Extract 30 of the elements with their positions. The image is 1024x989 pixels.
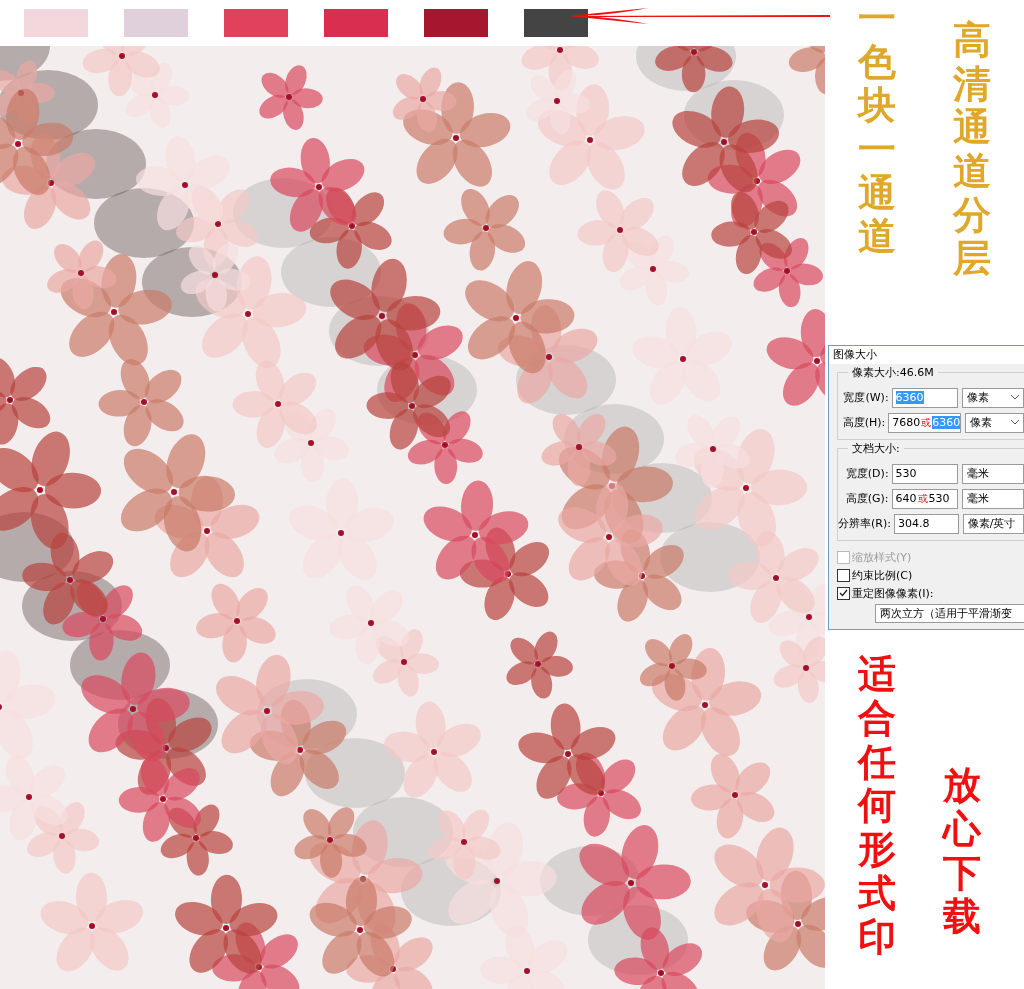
input-field[interactable]: 304.8 <box>893 513 959 534</box>
chevron-icon <box>1011 420 1019 426</box>
field-label: 宽度(W): <box>842 390 890 406</box>
group-legend: 像素大小:46.6M <box>848 364 938 380</box>
checkmark-icon <box>839 589 848 598</box>
field-label: 宽度(D): <box>844 466 890 482</box>
dialog-title: 图像大小 <box>829 345 1024 364</box>
checkbox[interactable] <box>837 586 850 600</box>
vertical-slogan: 放心下载 <box>943 763 981 939</box>
checkbox-label: 重定图像像素(I): <box>852 585 934 601</box>
checkbox-label: 缩放样式(Y) <box>852 549 912 565</box>
chevron-icon <box>1011 395 1019 401</box>
vertical-slogan: 高清通道分层 <box>953 18 991 281</box>
field-label: 高度(G): <box>844 491 890 507</box>
unit-dropdown[interactable]: 像素/英寸 <box>962 513 1024 534</box>
resample-dropdown[interactable]: 两次立方（适用于平滑渐变 <box>875 603 1024 623</box>
input-field[interactable]: 530 <box>891 463 958 484</box>
input-field[interactable]: 7680或6360 <box>888 412 962 433</box>
input-field[interactable]: 640或530 <box>891 488 958 509</box>
checkbox[interactable] <box>837 568 850 582</box>
field-label: 高度(H): <box>841 415 887 431</box>
unit-dropdown[interactable]: 像素 <box>965 412 1024 433</box>
unit-dropdown[interactable]: 像素 <box>961 387 1024 408</box>
field-label: 分辨率(R): <box>838 516 892 532</box>
vertical-slogan: 一色块一通道 <box>858 0 896 259</box>
vertical-slogan: 适合任何形式印 <box>858 652 896 959</box>
unit-dropdown[interactable]: 毫米 <box>961 488 1024 509</box>
checkbox-label: 约束比例(C) <box>852 567 913 583</box>
unit-dropdown[interactable]: 毫米 <box>961 463 1024 484</box>
group-legend: 文档大小: <box>848 440 904 456</box>
